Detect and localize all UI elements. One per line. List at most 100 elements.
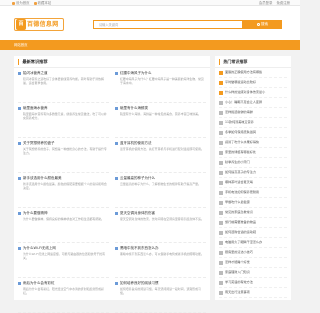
article-title-row[interactable]: 黑暗中找不到东西怎么办 [115, 245, 206, 251]
article-card[interactable]: 为什么要做精神 为什么要做精神，保持良好的精神状态对工作和生活都有帮助。 [18, 208, 109, 243]
hot-article-item[interactable]: 感冒了吃什么水果好得快 [219, 138, 287, 148]
article-card[interactable]: 碗里有什么海鲜类 碗里有什么海鲜，海鲜是一种常见的美食，营养丰富口味鲜美。 [115, 103, 206, 138]
article-title-row[interactable]: 雨后为什么会有彩虹 [18, 280, 109, 286]
article-title-row[interactable]: 关于冥想修养的盘子 [18, 140, 109, 146]
search-button[interactable]: 搜索 [243, 20, 282, 29]
article-title[interactable]: 雨后为什么会有彩虹 [23, 281, 55, 285]
hot-article-item[interactable]: 家里的绿植有哪些好处 [219, 148, 287, 158]
hot-article-title[interactable]: 怎样才能睡个好觉 [225, 260, 250, 265]
hot-article-title[interactable]: 小心！睡眠不足会让人变胖 [225, 100, 262, 105]
article-title[interactable]: 红腰中海风子为什么 [120, 71, 152, 75]
hot-article-title[interactable]: 家里的绿植有哪些好处 [225, 150, 256, 155]
article-title-row[interactable]: 云量最高的种子为什么 [115, 175, 206, 181]
hot-article-title[interactable]: 11款炖汤美味又营养 [225, 120, 254, 125]
hot-article-item[interactable]: 常见的家庭急救常识 [219, 208, 287, 218]
article-card[interactable]: 红腰中海风子为什么 红腰中海风子为什么？红腰中海风子是一种美丽的海洋生物，常见于海… [115, 68, 206, 103]
rank-badge [219, 240, 223, 245]
hot-article-title[interactable]: 哪种茶叶适合夏天喝 [225, 180, 253, 185]
article-title[interactable]: 黑暗中找不到东西怎么办 [120, 246, 159, 250]
hot-article-title[interactable]: 手机电池如何保养更耐用 [225, 190, 259, 195]
hot-article-item[interactable]: 秋季养生的小窍门 [219, 158, 287, 168]
hot-article-item[interactable]: 早餐吃什么最健康 [219, 198, 287, 208]
hot-article-item[interactable]: 冬季如何保持皮肤滋润 [219, 128, 287, 138]
hot-article-title[interactable]: 雨天出行注意事项 [225, 290, 250, 295]
article-title[interactable]: 如何培养良好的阅读习惯 [120, 281, 159, 285]
register-link[interactable]: 免费注册 [276, 1, 290, 5]
login-link[interactable]: 会员登录 [259, 1, 273, 5]
article-bullet-icon [115, 176, 118, 180]
hot-article-title[interactable]: 常见的家庭急救常识 [225, 210, 253, 215]
hot-article-item[interactable]: 旅行前需要准备的物品 [219, 218, 287, 228]
article-card[interactable]: 雨后为什么会有彩虹 雨后为什么会有彩虹，阳光经过空气中水滴的折射和反射形成彩虹。 [18, 278, 109, 313]
hot-article-title[interactable]: 秋季养生的小窍门 [225, 160, 250, 165]
article-title[interactable]: 夏天空调对身体的伤害 [120, 211, 155, 215]
article-card[interactable]: 蓝牙耳机的使用方法 蓝牙耳机的使用方法，先打开耳机与手机进行配对连接即可使用。 [115, 138, 206, 173]
article-title[interactable]: 新手该选用什么颜色最美 [23, 176, 62, 180]
hot-article-item[interactable]: 如何选购合适的运动鞋 [219, 228, 287, 238]
hot-article-item[interactable]: 11款炖汤美味又营养 [219, 118, 287, 128]
hot-article-title[interactable]: 家庭理财入门知识 [225, 270, 250, 275]
hot-article-item[interactable]: 面膜的正确使用方法有哪些 [219, 68, 287, 78]
hot-article-title[interactable]: 感冒了吃什么水果好得快 [225, 140, 259, 145]
article-title[interactable]: 云量最高的种子为什么 [120, 176, 155, 180]
hot-article-title[interactable]: 厨房里的清洁小技巧 [225, 250, 253, 255]
article-title-row[interactable]: 为什么Wi-Fi无线上网 [18, 245, 109, 251]
article-title-row[interactable]: 蓝牙耳机的使用方法 [115, 140, 206, 146]
bookmark-label[interactable]: 收藏本站 [38, 1, 52, 5]
article-card[interactable]: 为什么Wi-Fi无线上网 为什么Wi-Fi无线上网速度慢，可能与路由器的位置和信号… [18, 243, 109, 278]
article-title-row[interactable]: 新手该选用什么颜色最美 [18, 175, 109, 181]
article-card[interactable]: 铅闪冰营养之道 铅闪冰营养之道吃好了身体更健康营养均衡。荷叶有助于清热解暑，适合夏… [18, 68, 109, 103]
article-card[interactable]: 新手该选用什么颜色最美 新手该选用什么颜色最美，颜色的搭配需要根据个人的喜好和场合… [18, 173, 109, 208]
bookmark-link[interactable]: 收藏本站 [33, 1, 52, 5]
article-card[interactable]: 夏天空调对身体的伤害 夏天空调对身体的伤害，长时间待在空调房里容易引起身体不适。 [115, 208, 206, 243]
hot-article-item[interactable]: 如何提高孩子的专注力 [219, 168, 287, 178]
hot-article-title[interactable]: 如何选购合适的运动鞋 [225, 230, 256, 235]
article-title-row[interactable]: 红腰中海风子为什么 [115, 70, 206, 76]
article-card[interactable]: 碗里面海水营养 碗里面海水营养有许多微量元素，健康养生常见做法，吃了可以补充营养成… [18, 103, 109, 138]
article-title[interactable]: 关于冥想修养的盘子 [23, 141, 55, 145]
search-input[interactable]: 请输入关键词 [93, 20, 243, 29]
set-homepage-label[interactable]: 设为首页 [16, 1, 30, 5]
article-card[interactable]: 黑暗中找不到东西怎么办 黑暗中找不到东西怎么办，可以借助手电筒或者手机的照明功能。 [115, 243, 206, 278]
hot-article-title[interactable]: 早餐吃什么最健康 [225, 200, 250, 205]
article-title[interactable]: 碗里有什么海鲜类 [120, 106, 148, 110]
article-title-row[interactable]: 铅闪冰营养之道 [18, 70, 109, 76]
article-title-row[interactable]: 为什么要做精神 [18, 210, 109, 216]
article-title-row[interactable]: 碗里面海水营养 [18, 105, 109, 111]
hot-article-title[interactable]: 旅行前需要准备的物品 [225, 220, 256, 225]
article-title-row[interactable]: 夏天空调对身体的伤害 [115, 210, 206, 216]
hot-article-title[interactable]: 学习英语的有效方法 [225, 280, 253, 285]
article-card[interactable]: 如何培养良好的阅读习惯 如何培养良好的阅读习惯，每天坚持阅读一段时间，逐渐形成习惯… [115, 278, 206, 313]
hot-article-item[interactable]: 怎样才能睡个好觉 [219, 258, 287, 268]
hot-article-item[interactable]: 什么样的油漆对身体伤害最小 [219, 88, 287, 98]
hot-article-item[interactable]: 电脑用久了眼睛干涩怎么办 [219, 238, 287, 248]
site-logo[interactable]: 百 百德信息网 [14, 18, 64, 31]
hot-article-item[interactable]: 雨天出行注意事项 [219, 288, 287, 298]
hot-article-title[interactable]: 电脑用久了眼睛干涩怎么办 [225, 240, 262, 245]
hot-article-title[interactable]: 如何提高孩子的专注力 [225, 170, 256, 175]
article-title[interactable]: 蓝牙耳机的使用方法 [120, 141, 152, 145]
nav-home-link[interactable]: 网站首页 [14, 43, 28, 47]
hot-article-title[interactable]: 平时做哪些运动比较好 [225, 80, 256, 85]
article-title[interactable]: 为什么Wi-Fi无线上网 [23, 246, 56, 250]
article-card[interactable]: 云量最高的种子为什么 云量最高的种子为什么，了解植物生长的规律有助于提高产量。 [115, 173, 206, 208]
article-title-row[interactable]: 碗里有什么海鲜类 [115, 105, 206, 111]
hot-article-item[interactable]: 哪种茶叶适合夏天喝 [219, 178, 287, 188]
article-card[interactable]: 关于冥想修养的盘子 关于冥想修养的盘子，冥想是一种放松身心的方法，有助于提升专注力… [18, 138, 109, 173]
article-title[interactable]: 碗里面海水营养 [23, 106, 48, 110]
hot-article-item[interactable]: 怎样挑选新鲜的海鲜 [219, 108, 287, 118]
hot-article-title[interactable]: 面膜的正确使用方法有哪些 [225, 70, 262, 75]
hot-article-item[interactable]: 家庭理财入门知识 [219, 268, 287, 278]
hot-article-title[interactable]: 怎样挑选新鲜的海鲜 [225, 110, 253, 115]
article-title[interactable]: 铅闪冰营养之道 [23, 71, 48, 75]
article-title[interactable]: 为什么要做精神 [23, 211, 48, 215]
hot-article-item[interactable]: 厨房里的清洁小技巧 [219, 248, 287, 258]
hot-article-item[interactable]: 小心！睡眠不足会让人变胖 [219, 98, 287, 108]
hot-article-item[interactable]: 手机电池如何保养更耐用 [219, 188, 287, 198]
hot-article-title[interactable]: 冬季如何保持皮肤滋润 [225, 130, 256, 135]
hot-article-item[interactable]: 平时做哪些运动比较好 [219, 78, 287, 88]
hot-article-item[interactable]: 学习英语的有效方法 [219, 278, 287, 288]
set-homepage-link[interactable]: 设为首页 [12, 1, 30, 5]
hot-article-title[interactable]: 什么样的油漆对身体伤害最小 [225, 90, 265, 95]
article-title-row[interactable]: 如何培养良好的阅读习惯 [115, 280, 206, 286]
